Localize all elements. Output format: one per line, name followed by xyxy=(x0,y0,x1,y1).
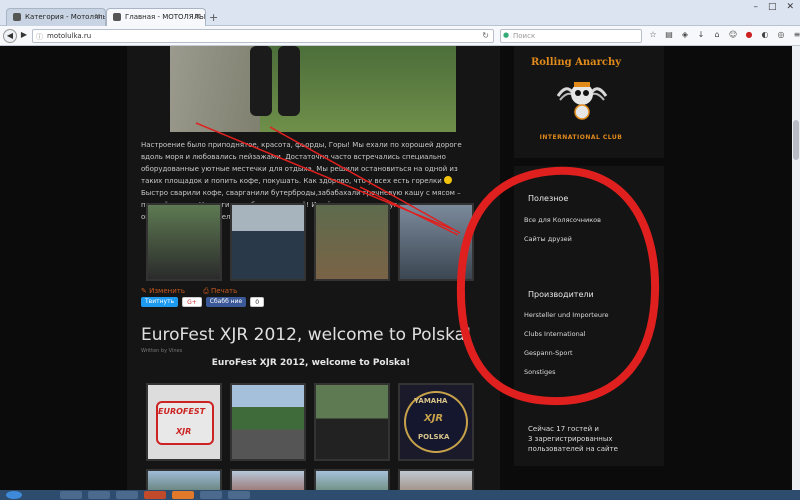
edit-link[interactable]: ✎ Изменить xyxy=(141,287,193,295)
close-tab-icon[interactable]: ✕ xyxy=(194,12,201,21)
close-tab-icon[interactable]: ✕ xyxy=(94,12,101,21)
taskbar-app[interactable] xyxy=(116,491,138,499)
gallery-thumbnail[interactable] xyxy=(314,469,390,490)
print-link[interactable]: ⎙ Печать xyxy=(203,287,245,295)
rider-figure xyxy=(250,46,272,116)
navigation-bar: ◀ ▶ ⓘ motolulka.ru ↻ ● Поиск ☆ ▤ ◈ ↓ ⌂ ☺… xyxy=(0,26,800,46)
facebook-share-button[interactable]: Сбабб ние xyxy=(205,297,247,307)
toolbar-icons: ☆ ▤ ◈ ↓ ⌂ ☺ ● ◐ ◎ ≡ xyxy=(648,30,800,39)
bookmark-star-icon[interactable]: ☆ xyxy=(648,30,658,39)
new-tab-button[interactable]: + xyxy=(209,11,218,24)
red-arrow-annotation xyxy=(195,122,461,236)
sync-icon[interactable]: ◎ xyxy=(776,30,786,39)
taskbar-app[interactable] xyxy=(172,491,194,499)
article-actions: ✎ Изменить ⎙ Печать xyxy=(141,287,253,296)
address-bar[interactable]: ⓘ motolulka.ru ↻ xyxy=(32,29,494,43)
minimize-icon[interactable]: – xyxy=(753,2,758,12)
menu-icon[interactable]: ≡ xyxy=(792,30,800,39)
club-logo-title: Rolling Anarchy xyxy=(530,57,622,68)
share-count: 0 xyxy=(250,297,265,307)
home-icon[interactable]: ⌂ xyxy=(712,30,722,39)
share-buttons: Твитнуть G+ Сбабб ние 0 xyxy=(141,297,265,307)
post-title[interactable]: EuroFest XJR 2012, welcome to Polska! xyxy=(141,325,472,345)
taskbar-app[interactable] xyxy=(144,491,166,499)
rider-figure xyxy=(278,46,300,116)
adblock-icon[interactable]: ● xyxy=(744,30,754,39)
forward-button[interactable]: ▶ xyxy=(17,29,31,43)
reload-icon[interactable]: ↻ xyxy=(482,31,489,40)
tab-bar: Категория - Мотолялька... ✕ Главная - МО… xyxy=(0,0,800,26)
pocket-icon[interactable]: ◈ xyxy=(680,30,690,39)
gallery-thumbnail[interactable] xyxy=(230,383,306,461)
post-meta: Written by Vines xyxy=(141,348,183,354)
club-logo-subtitle: INTERNATIONAL CLUB xyxy=(539,134,623,141)
taskbar-app[interactable] xyxy=(228,491,250,499)
search-placeholder: Поиск xyxy=(513,32,536,40)
online-module: Сейчас 17 гостей и 3 зарегистрированных … xyxy=(514,410,664,466)
post-subtitle: EuroFest XJR 2012, welcome to Polska! xyxy=(211,358,411,368)
address-text: motolulka.ru xyxy=(47,32,92,40)
site-info-icon[interactable]: ⓘ xyxy=(36,32,43,42)
gallery-thumbnail[interactable]: EUROFEST XJR xyxy=(146,383,222,461)
close-window-icon[interactable]: ✕ xyxy=(786,2,794,12)
search-engine-icon: ● xyxy=(503,31,510,39)
online-line-1: Сейчас 17 гостей и xyxy=(528,425,599,433)
post-gallery-row-2 xyxy=(146,469,474,490)
window-controls: – □ ✕ xyxy=(753,2,794,12)
gplus-share-button[interactable]: G+ xyxy=(182,297,202,307)
web-page: Настроение было приподнятое, красота, фь… xyxy=(0,46,800,490)
post-gallery: EUROFEST XJR YAMAHA XJR POLSKA xyxy=(146,383,474,461)
search-input[interactable]: ● Поиск xyxy=(500,29,642,43)
site-favicon-icon xyxy=(113,13,121,21)
club-skull-logo-icon xyxy=(556,82,608,120)
tab-category[interactable]: Категория - Мотолялька... ✕ xyxy=(6,8,106,26)
gallery-thumbnail[interactable] xyxy=(230,469,306,490)
maximize-icon[interactable]: □ xyxy=(768,2,777,12)
reading-list-icon[interactable]: ▤ xyxy=(664,30,674,39)
gallery-thumbnail[interactable] xyxy=(146,469,222,490)
online-line-2: 3 зарегистрированных xyxy=(528,435,613,443)
site-favicon-icon xyxy=(13,13,21,21)
back-button[interactable]: ◀ xyxy=(3,29,17,43)
tab-home[interactable]: Главная - МОТОЛЯЛЬКА... ✕ xyxy=(106,8,206,26)
extension-icon[interactable]: ◐ xyxy=(760,30,770,39)
gallery-thumbnail[interactable] xyxy=(398,469,474,490)
red-circle-annotation xyxy=(456,166,660,406)
twitter-share-button[interactable]: Твитнуть xyxy=(141,297,179,307)
windows-taskbar xyxy=(0,490,800,500)
taskbar-app[interactable] xyxy=(60,491,82,499)
taskbar-app[interactable] xyxy=(88,491,110,499)
page-scrollbar[interactable] xyxy=(792,46,800,490)
gallery-thumbnail[interactable] xyxy=(314,383,390,461)
share-icon[interactable]: ☺ xyxy=(728,30,738,39)
start-button[interactable] xyxy=(6,491,22,499)
taskbar-app[interactable] xyxy=(200,491,222,499)
online-line-3: пользователей на сайте xyxy=(528,445,618,453)
download-icon[interactable]: ↓ xyxy=(696,30,706,39)
